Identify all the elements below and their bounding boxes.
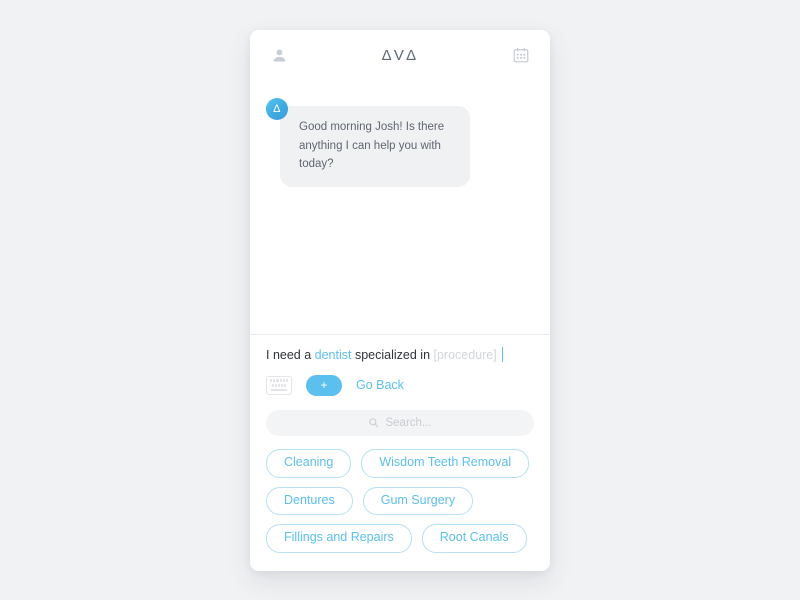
search-input[interactable]: Search... [266, 409, 534, 436]
chip-row: Cleaning Wisdom Teeth Removal [266, 448, 534, 478]
person-icon[interactable] [268, 44, 290, 66]
composer: I need a dentist specialized in [procedu… [250, 333, 550, 571]
app-header: ΔVΔ [250, 30, 550, 80]
chip-wisdom-teeth-removal[interactable]: Wisdom Teeth Removal [361, 448, 530, 478]
chip-cleaning[interactable]: Cleaning [266, 448, 352, 478]
composer-entity-token[interactable]: dentist [315, 346, 352, 364]
chat-app-card: ΔVΔ Δ Good morning Josh! Is there anythi… [250, 30, 550, 571]
chip-dentures[interactable]: Dentures [266, 486, 353, 516]
message-row-assistant: Δ Good morning Josh! Is there anything I… [266, 98, 534, 187]
add-button[interactable]: + [306, 374, 342, 396]
keyboard-icon[interactable] [266, 375, 292, 395]
chip-root-canals[interactable]: Root Canals [421, 524, 527, 553]
chip-row: Fillings and Repairs Root Canals [266, 524, 534, 553]
search-placeholder: Search... [385, 416, 432, 429]
composer-prefix: I need a [266, 347, 315, 362]
text-caret [501, 347, 504, 363]
suggestion-chips: Cleaning Wisdom Teeth Removal Dentures G… [250, 436, 550, 571]
calendar-icon[interactable] [510, 44, 532, 66]
composer-middle: specialized in [351, 347, 434, 362]
go-back-button[interactable]: Go Back [356, 378, 404, 392]
composer-placeholder-token[interactable]: [procedure] [434, 346, 497, 364]
brand-logo: ΔVΔ [381, 46, 419, 64]
chip-fillings-and-repairs[interactable]: Fillings and Repairs [266, 524, 412, 553]
chip-row: Dentures Gum Surgery [266, 486, 534, 516]
assistant-avatar: Δ [266, 98, 288, 120]
search-icon [368, 417, 379, 428]
assistant-message-bubble: Good morning Josh! Is there anything I c… [280, 106, 470, 187]
composer-action-bar: + Go Back [250, 364, 550, 396]
chip-gum-surgery[interactable]: Gum Surgery [362, 486, 474, 516]
conversation-panel: Δ Good morning Josh! Is there anything I… [250, 80, 550, 334]
composer-input[interactable]: I need a dentist specialized in [procedu… [250, 346, 550, 364]
